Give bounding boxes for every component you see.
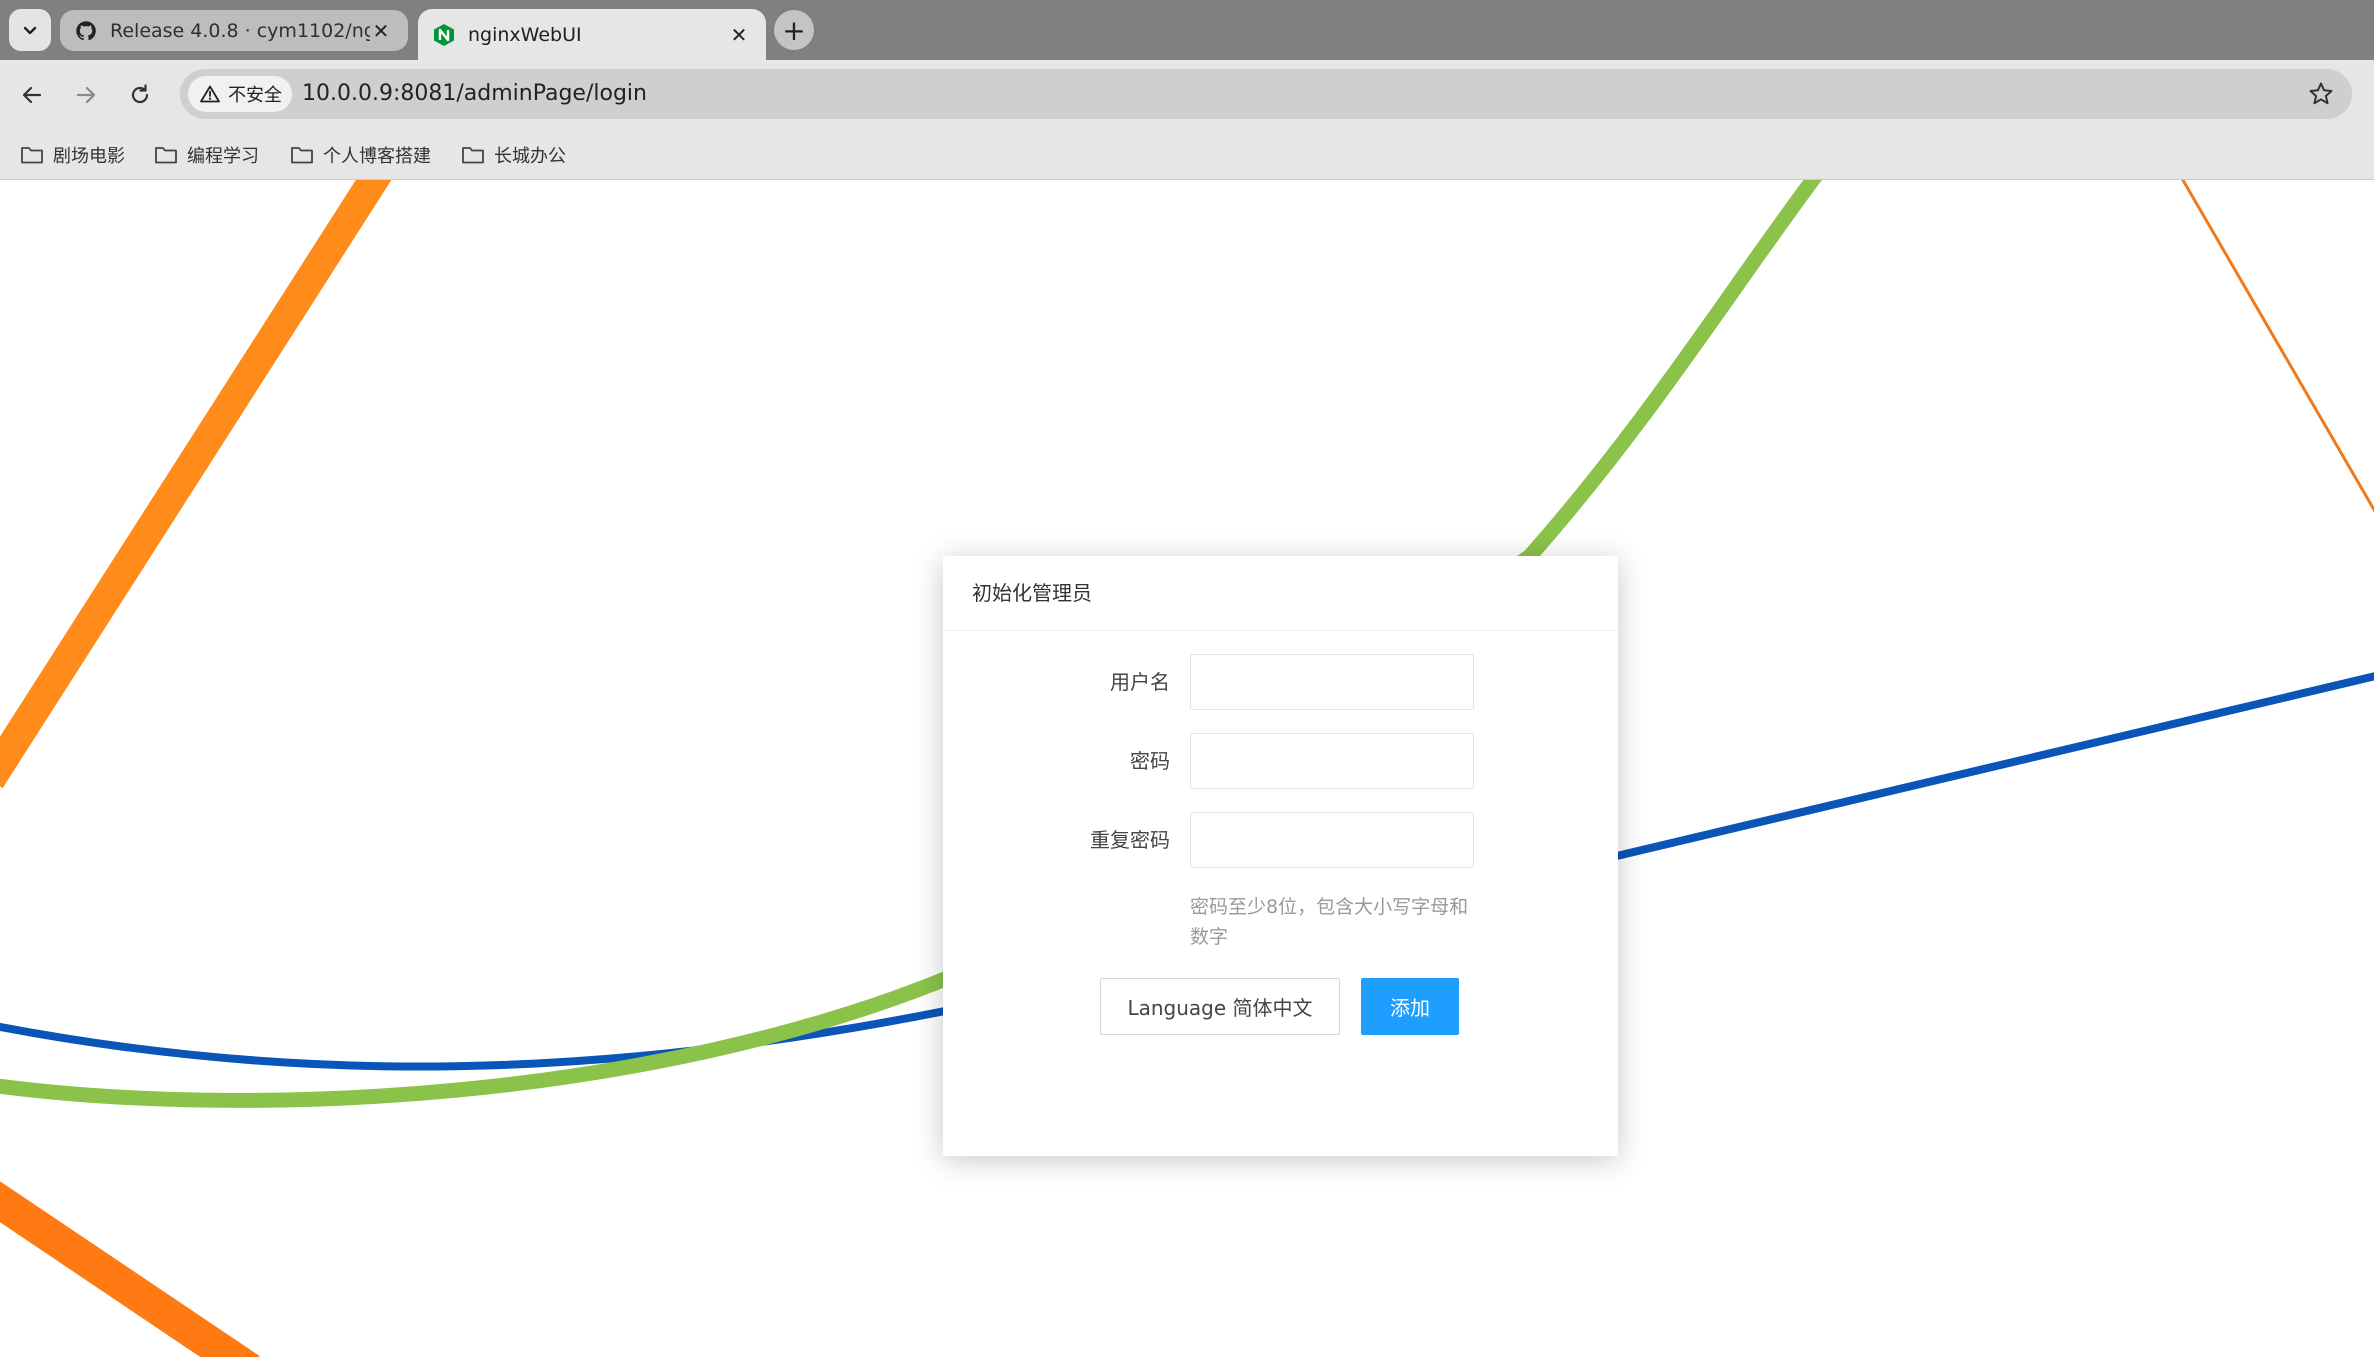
folder-icon — [155, 147, 177, 164]
tab-nginxwebui[interactable]: nginxWebUI ✕ — [418, 9, 766, 60]
bookmark-folder[interactable]: 编程学习 — [154, 140, 259, 170]
username-input[interactable] — [1190, 654, 1474, 710]
browser-toolbar: 不安全 10.0.0.9:8081/adminPage/login — [0, 60, 2374, 130]
password-input[interactable] — [1190, 733, 1474, 789]
language-button[interactable]: Language 简体中文 — [1100, 978, 1340, 1035]
tab-title: Release 4.0.8 · cym1102/nginxWebUI — [110, 19, 370, 42]
repeat-password-row: 重复密码 — [943, 812, 1618, 868]
orange-line-top-left — [0, 180, 392, 789]
tab-strip: Release 4.0.8 · cym1102/nginxWebUI ✕ ngi… — [0, 0, 2374, 60]
reload-icon — [131, 84, 149, 104]
folder-icon — [462, 147, 484, 164]
github-icon — [74, 19, 98, 43]
add-button[interactable]: 添加 — [1361, 978, 1459, 1035]
security-label: 不安全 — [228, 85, 282, 106]
folder-icon — [21, 147, 43, 164]
arrow-left-icon — [22, 86, 42, 104]
tab-search-button[interactable] — [9, 9, 51, 51]
repeat-password-input[interactable] — [1190, 812, 1474, 868]
username-row: 用户名 — [943, 654, 1618, 710]
back-button[interactable] — [14, 77, 50, 113]
tab-title: nginxWebUI — [468, 23, 582, 46]
nginx-icon — [432, 23, 456, 47]
orange-line-bottom-left — [0, 1181, 260, 1357]
new-tab-button[interactable]: + — [774, 10, 814, 50]
bookmark-folder[interactable]: 个人博客搭建 — [290, 140, 431, 170]
address-bar[interactable]: 不安全 10.0.0.9:8081/adminPage/login — [180, 69, 2352, 119]
username-label: 用户名 — [1110, 670, 1170, 694]
password-hint: 密码至少8位，包含大小写字母和数字 — [1190, 896, 1469, 948]
bookmark-label: 剧场电影 — [53, 146, 125, 167]
dialog-title: 初始化管理员 — [943, 556, 1618, 631]
orange-line-right — [2181, 180, 2374, 513]
warning-icon — [200, 85, 220, 103]
url-text[interactable]: 10.0.0.9:8081/adminPage/login — [302, 69, 647, 119]
password-label: 密码 — [1130, 749, 1170, 773]
bookmark-label: 编程学习 — [187, 146, 259, 167]
reload-button[interactable] — [122, 77, 158, 113]
arrow-right-icon — [76, 86, 96, 104]
close-icon[interactable]: ✕ — [370, 19, 392, 43]
repeat-password-label: 重复密码 — [1090, 828, 1170, 852]
security-indicator[interactable]: 不安全 — [188, 76, 292, 112]
plus-icon: + — [782, 13, 806, 47]
folder-icon — [291, 147, 313, 164]
bookmark-label: 长城办公 — [494, 146, 566, 167]
page-content: 初始化管理员 用户名 密码 重复密码 密码至少8位，包含大小写字母和数字 Lan… — [0, 180, 2374, 1357]
tab-github-release[interactable]: Release 4.0.8 · cym1102/nginxWebUI ✕ — [60, 10, 408, 51]
password-row: 密码 — [943, 733, 1618, 789]
close-icon[interactable]: ✕ — [728, 23, 750, 47]
init-admin-dialog: 初始化管理员 用户名 密码 重复密码 密码至少8位，包含大小写字母和数字 Lan… — [943, 556, 1618, 1156]
star-icon[interactable] — [2308, 81, 2334, 107]
chevron-down-icon — [23, 26, 37, 35]
bookmarks-bar: 剧场电影 编程学习 个人博客搭建 长城办公 — [0, 130, 2374, 180]
bookmark-folder[interactable]: 剧场电影 — [20, 140, 125, 170]
bookmark-label: 个人博客搭建 — [323, 146, 431, 167]
bookmark-folder[interactable]: 长城办公 — [461, 140, 566, 170]
forward-button[interactable] — [68, 77, 104, 113]
